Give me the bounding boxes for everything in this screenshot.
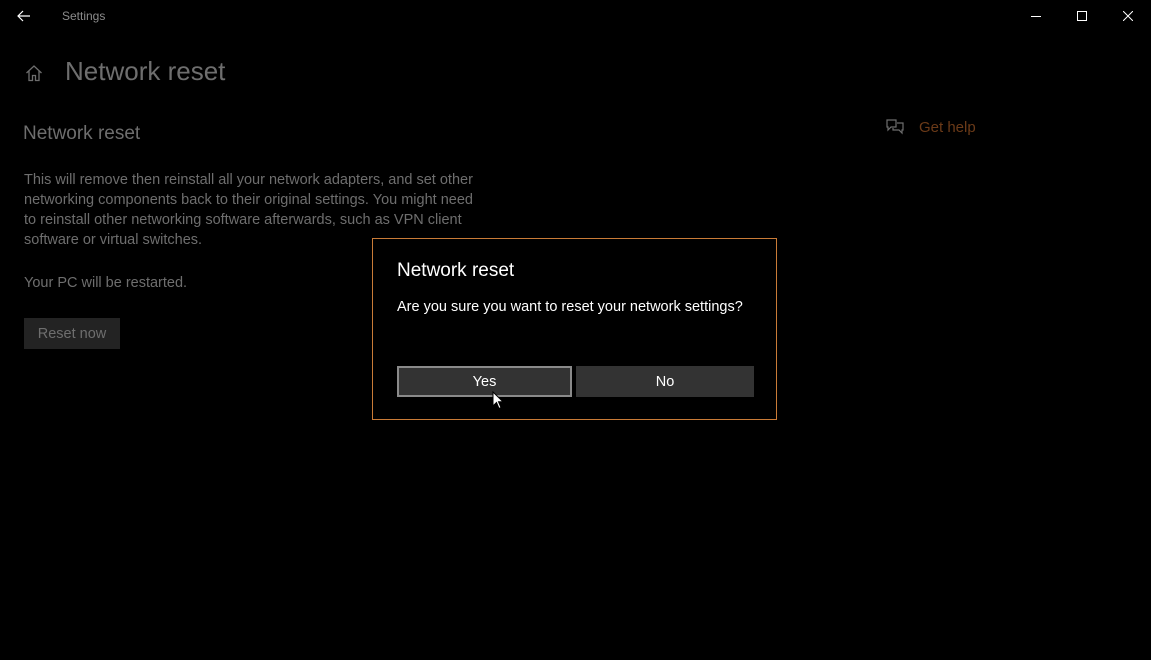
maximize-button[interactable] [1059, 0, 1105, 32]
section-title: Network reset [23, 123, 141, 144]
get-help-label: Get help [919, 118, 976, 136]
app-title: Settings [62, 9, 106, 23]
close-icon [1123, 11, 1133, 21]
dialog-title: Network reset [397, 260, 515, 281]
restart-note: Your PC will be restarted. [24, 275, 188, 291]
minimize-button[interactable] [1013, 0, 1059, 32]
no-button[interactable]: No [576, 366, 754, 397]
title-bar: Settings [0, 0, 1151, 32]
home-button[interactable] [18, 58, 50, 88]
mouse-cursor-icon [492, 391, 504, 410]
maximize-icon [1077, 11, 1087, 21]
get-help-link[interactable]: Get help [884, 116, 976, 138]
yes-button[interactable]: Yes [397, 366, 572, 397]
reset-now-button[interactable]: Reset now [24, 318, 120, 349]
dialog-message: Are you sure you want to reset your netw… [397, 299, 743, 315]
back-arrow-icon [17, 10, 30, 22]
home-icon [26, 65, 42, 82]
page-title: Network reset [65, 56, 226, 86]
close-button[interactable] [1105, 0, 1151, 32]
chat-help-icon [884, 117, 906, 137]
page-header: Network reset [0, 52, 600, 92]
network-reset-dialog: Network reset Are you sure you want to r… [372, 238, 777, 420]
minimize-icon [1031, 16, 1041, 17]
back-button[interactable] [8, 0, 40, 32]
